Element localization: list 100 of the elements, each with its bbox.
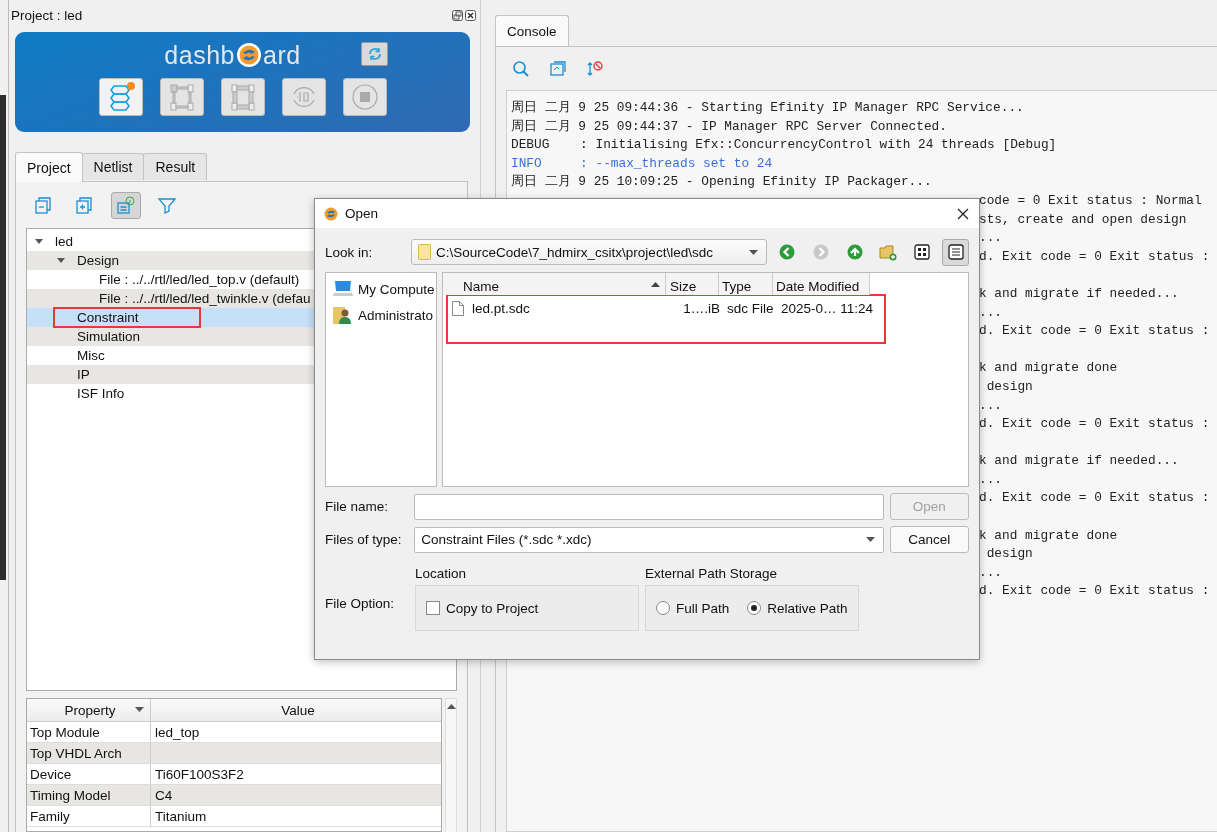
close-icon[interactable] — [957, 207, 969, 220]
stop-icon — [349, 82, 380, 112]
folder-icon — [418, 244, 432, 260]
log-line: code = 0 Exit status : Normal — [979, 191, 1202, 210]
radio-option[interactable]: Relative Path — [747, 600, 848, 616]
list-view-icon — [947, 244, 964, 260]
dialog-title: Open — [345, 206, 379, 221]
column-header[interactable]: Type — [719, 273, 773, 295]
log-line: k and migrate done — [979, 359, 1118, 378]
scrollbar[interactable] — [445, 698, 457, 832]
panel-tab[interactable]: Netlist — [81, 153, 145, 180]
log-line: ... — [979, 563, 1003, 582]
log-line: d. Exit code = 0 Exit status : — [979, 415, 1210, 434]
log-line: INFO : --max_threads set to 24 — [511, 154, 774, 173]
group-title: External Path Storage — [645, 566, 779, 583]
column-header[interactable]: Date Modified — [773, 273, 870, 295]
search-icon[interactable] — [512, 59, 530, 78]
table-cell-text: led_top — [154, 723, 201, 742]
sort-arrow-icon — [135, 707, 144, 712]
file-icon — [452, 300, 464, 316]
table-cell: Timing Model — [27, 785, 151, 805]
tree-label: IP — [77, 367, 90, 382]
tree-label: Misc — [77, 348, 105, 363]
expanded-caret-icon[interactable] — [35, 238, 43, 245]
up-arrow-icon — [846, 244, 863, 260]
scroll-up-icon — [446, 704, 456, 709]
tree-label: ISF Info — [77, 386, 125, 401]
synthesis-button[interactable] — [98, 78, 143, 116]
float-icon[interactable] — [452, 9, 463, 21]
sort-arrow-icon — [651, 282, 660, 287]
look-in-dropdown[interactable]: C:\SourceCode\7_hdmirx_csitx\project\led\sdc — [411, 239, 767, 265]
column-header[interactable]: Property — [27, 699, 151, 721]
brand-text: ard — [263, 40, 301, 70]
refresh-icon — [366, 46, 383, 62]
table-cell-text: Ti60F100S3F2 — [154, 765, 245, 784]
grid-view-icon — [913, 244, 930, 260]
log-line: design — [985, 377, 1033, 396]
new-folder-icon — [879, 243, 898, 261]
log-line: k and migrate done — [979, 526, 1118, 545]
app-logo-icon — [324, 206, 338, 221]
checkbox[interactable] — [426, 601, 440, 615]
file-type: sdc File — [726, 300, 775, 316]
column-header[interactable]: Size — [666, 273, 719, 295]
log-line: 周日 二月 9 25 10:09:25 - Opening Efinity IP Packager... — [511, 173, 933, 192]
log-line: k and migrate if needed... — [979, 284, 1179, 303]
logo-icon — [236, 42, 262, 68]
collapse-icon — [34, 195, 54, 215]
tree-label: File : ../../rtl/led/led_twinkle.v (defau — [99, 291, 311, 306]
table-cell: Top VHDL Arch — [27, 743, 151, 763]
tree-label: File : ../../rtl/led/led_top.v (default) — [99, 272, 300, 287]
dropdown-arrow-icon — [748, 249, 758, 255]
radio-button[interactable] — [747, 601, 762, 615]
column-header[interactable]: Name — [443, 273, 666, 295]
file-date: 2025-0… 11:24 — [780, 300, 875, 316]
panel-tab[interactable]: Result — [143, 153, 208, 180]
refresh-button[interactable] — [361, 42, 388, 66]
expand-icon — [75, 195, 95, 215]
file-name-field[interactable] — [414, 493, 884, 520]
file-name[interactable]: led.pt.sdc — [472, 300, 530, 316]
log-line: 周日 二月 9 25 09:44:37 - IP Manager RPC Server Connected. — [511, 117, 948, 136]
log-line: d. Exit code = 0 Exit status : — [979, 582, 1210, 601]
info-button[interactable] — [111, 191, 141, 219]
panel-tab[interactable]: Project — [15, 152, 83, 182]
file-name-label: File name: — [325, 499, 390, 514]
log-line: ... — [979, 303, 1003, 322]
copy-icon[interactable] — [549, 59, 567, 78]
close-icon[interactable] — [465, 9, 476, 21]
file-size: 1….iB — [682, 300, 721, 316]
radio-button[interactable] — [656, 601, 670, 615]
dropdown-arrow-icon — [865, 537, 875, 542]
expanded-caret-icon[interactable] — [57, 257, 65, 264]
log-line: k and migrate if needed... — [979, 452, 1179, 471]
info-icon — [116, 195, 136, 215]
log-line: design — [985, 545, 1033, 564]
panel-title: Project : led — [11, 7, 83, 23]
radio-option[interactable]: Full Path — [656, 600, 730, 616]
copy-to-project-checkbox[interactable]: Copy to Project — [426, 600, 539, 616]
table-cell-text: C4 — [154, 786, 174, 805]
clear-icon[interactable] — [586, 59, 604, 78]
log-line: sts, create and open design — [979, 210, 1187, 229]
console-tab[interactable]: Console — [495, 15, 569, 46]
detail-view-button[interactable] — [942, 238, 969, 266]
tree-label: Design — [77, 253, 120, 268]
cancel-button[interactable]: Cancel — [889, 526, 969, 553]
filter-icon — [157, 195, 177, 215]
files-of-type-label: Files of type: — [325, 532, 403, 547]
tree-label: led — [55, 234, 73, 249]
brand-text: dashb — [164, 40, 235, 70]
computer-icon — [332, 280, 354, 298]
log-line: ... — [979, 470, 1003, 489]
column-header[interactable]: Value — [151, 699, 441, 721]
table-cell-text: Titanium — [154, 807, 208, 826]
group-title: Location — [415, 566, 468, 583]
table-cell: Family — [27, 806, 151, 826]
tree-label: Simulation — [77, 329, 141, 344]
file-option-label: File Option: — [325, 596, 396, 611]
log-line: DEBUG : Initialising Efx::ConcurrencyControl with 24 threads [Debug] — [511, 136, 1058, 155]
tree-label: Constraint — [55, 309, 199, 326]
file-type-dropdown[interactable]: Constraint Files (*.sdc *.xdc) — [414, 526, 884, 553]
log-line: d. Exit code = 0 Exit status : — [979, 247, 1210, 266]
